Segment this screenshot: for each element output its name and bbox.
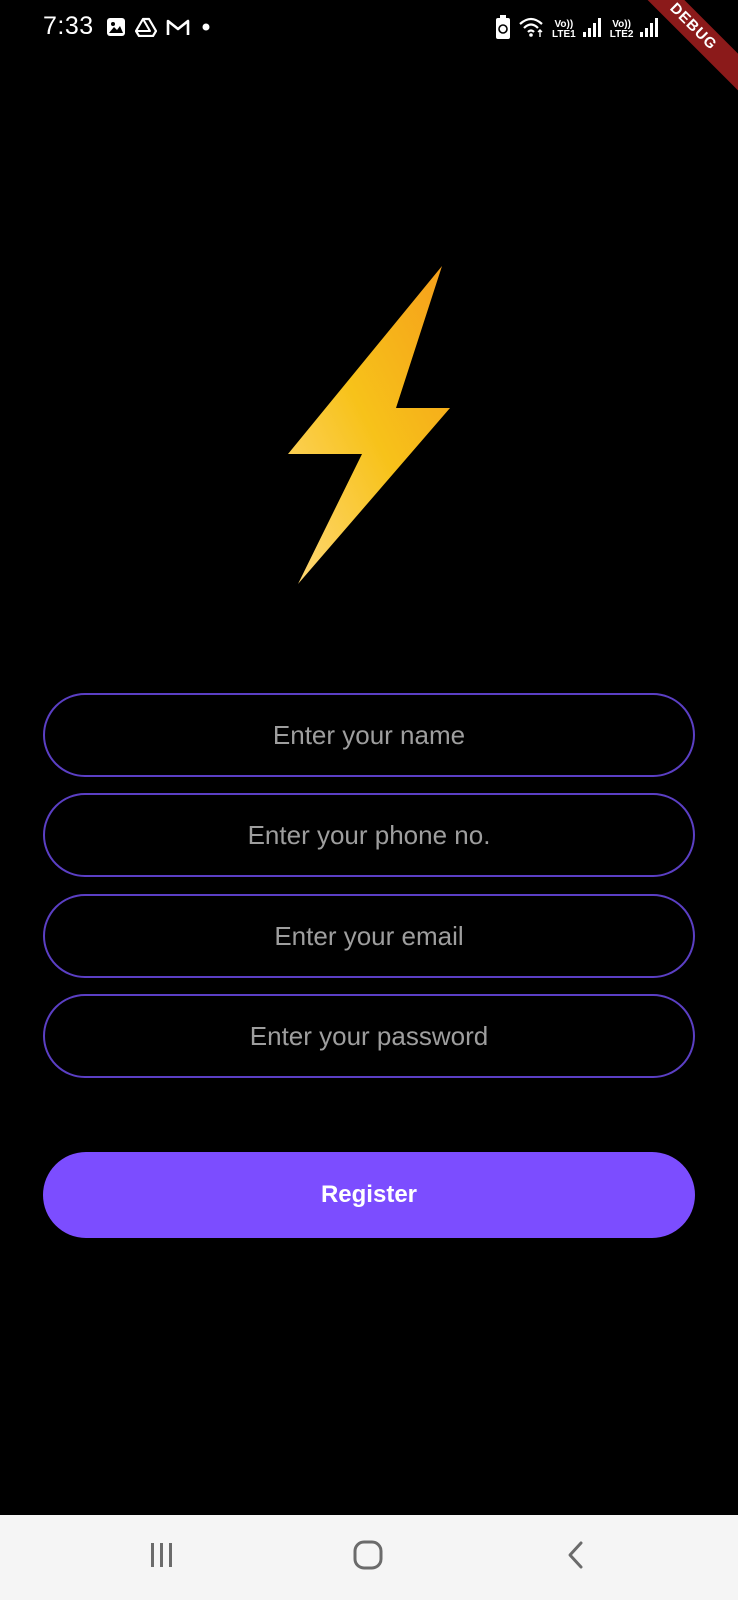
name-input[interactable] (43, 693, 695, 777)
system-nav-bar (0, 1515, 738, 1600)
back-button[interactable] (526, 1515, 626, 1600)
sim2-label: Vo)) LTE2 (609, 18, 634, 40)
recent-apps-icon (147, 1541, 177, 1574)
battery-saver-icon (494, 14, 512, 45)
drive-icon (134, 17, 158, 42)
email-input[interactable] (43, 894, 695, 978)
home-button[interactable] (318, 1515, 418, 1600)
status-time: 7:33 (43, 12, 94, 40)
sim1-volte-label: Vo)) (554, 18, 574, 30)
status-right-icons: Vo)) LTE1 Vo)) LTE2 (494, 14, 661, 45)
lightning-bolt-icon (286, 262, 452, 588)
gallery-icon (106, 17, 126, 42)
password-input[interactable] (43, 994, 695, 1078)
back-icon (564, 1540, 588, 1575)
phone-input[interactable] (43, 793, 695, 877)
sim2-volte-label: Vo)) (612, 18, 631, 30)
gmail-icon (166, 18, 190, 41)
home-icon (352, 1539, 384, 1576)
status-bar: 7:33 Vo)) LTE1 Vo)) LTE2 (0, 0, 738, 56)
sim1-lte-label: LTE1 (552, 28, 576, 40)
wifi-icon (518, 15, 546, 44)
sim1-label: Vo)) LTE1 (552, 18, 576, 40)
register-screen: 7:33 Vo)) LTE1 Vo)) LTE2 DEBUG Enter you… (0, 0, 738, 1600)
sim2-lte-label: LTE2 (609, 28, 634, 40)
recent-apps-button[interactable] (112, 1515, 212, 1600)
sim1-signal-icon (582, 16, 604, 43)
sim2-signal-icon (639, 16, 661, 43)
register-button[interactable]: Register (43, 1152, 695, 1238)
status-left-icons (106, 17, 213, 42)
notification-dot-icon (199, 20, 213, 39)
